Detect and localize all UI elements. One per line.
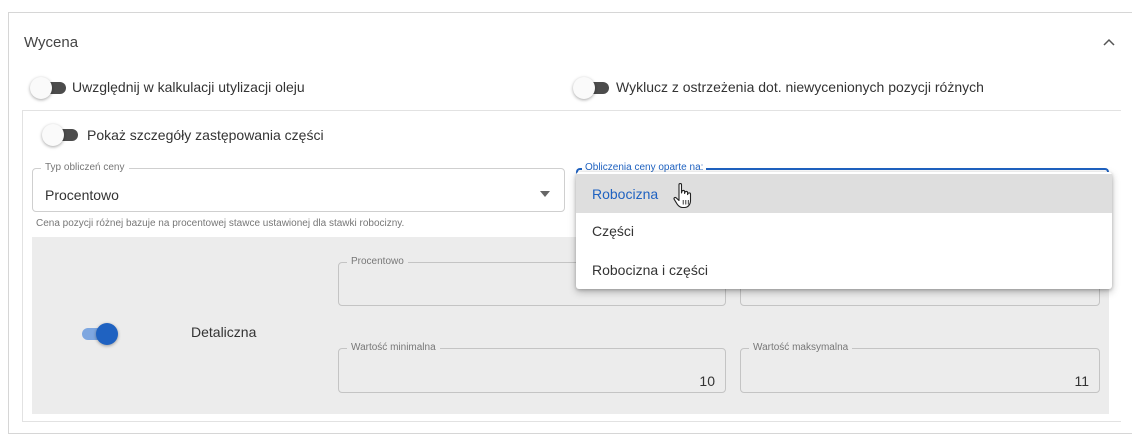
price-type-value: Procentowo <box>45 187 119 203</box>
chevron-up-icon[interactable] <box>1100 34 1118 52</box>
based-on-dropdown-menu: Robocizna Części Robocizna i części <box>576 172 1112 289</box>
min-value: 10 <box>699 373 715 389</box>
option-robocizna-i-czesci[interactable]: Robocizna i części <box>576 250 1112 289</box>
exclude-warning-toggle[interactable] <box>573 77 611 99</box>
min-value-field[interactable]: Wartość minimalna 10 <box>338 342 726 393</box>
price-type-label: Typ obliczeń ceny <box>41 162 129 174</box>
hand-cursor-icon <box>673 182 692 209</box>
price-type-helper: Cena pozycji różnej bazuje na procentowe… <box>36 218 405 229</box>
oil-disposal-label: Uwzględnij w kalkulacji utylizacji oleju <box>72 79 305 95</box>
price-type-select[interactable]: Typ obliczeń ceny Procentowo <box>32 162 565 212</box>
percent-label: Procentowo <box>347 256 408 268</box>
max-value-label: Wartość maksymalna <box>749 342 853 354</box>
min-value-label: Wartość minimalna <box>347 342 440 354</box>
part-replacement-toggle[interactable] <box>42 124 80 146</box>
retail-toggle[interactable] <box>80 323 118 345</box>
dropdown-arrow-icon[interactable] <box>540 191 550 197</box>
section-title: Wycena <box>24 34 79 51</box>
option-robocizna[interactable]: Robocizna <box>576 174 1112 213</box>
max-value-field[interactable]: Wartość maksymalna 11 <box>740 342 1100 393</box>
option-czesci[interactable]: Części <box>576 211 1112 250</box>
oil-disposal-toggle[interactable] <box>30 77 68 99</box>
max-value: 11 <box>1074 373 1089 389</box>
retail-label: Detaliczna <box>191 324 257 340</box>
exclude-warning-label: Wyklucz z ostrzeżenia dot. niewycenionyc… <box>616 79 984 95</box>
part-replacement-label: Pokaż szczegóły zastępowania części <box>87 127 324 143</box>
